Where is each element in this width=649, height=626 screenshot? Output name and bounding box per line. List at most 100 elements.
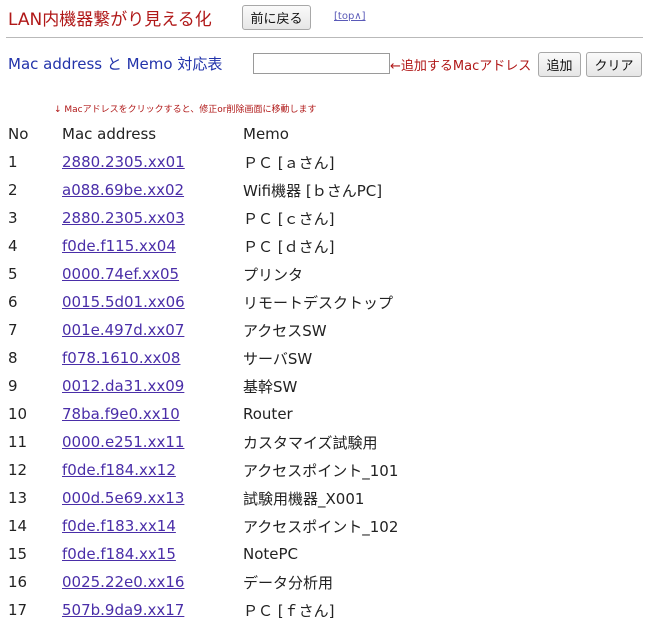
mac-address-link[interactable]: f0de.f184.xx15 — [62, 545, 176, 563]
row-number: 17 — [8, 601, 28, 619]
mac-cell: 000d.5e69.xx13 — [62, 484, 243, 512]
mac-cell: f0de.f184.xx12 — [62, 456, 243, 484]
clear-button[interactable]: クリア — [586, 52, 642, 77]
header-mac-address: Mac address — [62, 125, 157, 143]
memo-cell: データ分析用 — [243, 573, 334, 592]
header-no: No — [8, 125, 29, 143]
input-hint: ←追加するMacアドレス — [390, 59, 532, 74]
mac-cell: 2880.2305.xx01 — [62, 148, 243, 176]
mac-address-link[interactable]: 0000.e251.xx11 — [62, 433, 184, 451]
row-number: 10 — [8, 405, 28, 423]
table-row: 2 a088.69be.xx02 Wifi機器 [ｂさんPC] — [8, 176, 543, 204]
table-row: 11 0000.e251.xx11 カスタマイズ試験用 — [8, 428, 543, 456]
mac-cell: f0de.f183.xx14 — [62, 512, 243, 540]
back-button[interactable]: 前に戻る — [242, 5, 311, 30]
memo-cell: アクセスSW — [243, 321, 327, 340]
memo-cell: ＰＣ [ｃさん] — [243, 209, 335, 228]
page-title: LAN内機器繋がり見える化 — [8, 10, 212, 30]
header-memo: Memo — [243, 125, 289, 143]
table-row: 9 0012.da31.xx09 基幹SW — [8, 372, 543, 400]
mac-address-input[interactable] — [253, 53, 390, 74]
top-link[interactable]: [top∧] — [334, 11, 366, 22]
table-row: 8 f078.1610.xx08 サーバSW — [8, 344, 543, 372]
row-number: 13 — [8, 489, 28, 507]
table-row: 13 000d.5e69.xx13 試験用機器_X001 — [8, 484, 543, 512]
header-divider — [6, 37, 643, 38]
table-row: 5 0000.74ef.xx05 プリンタ — [8, 260, 543, 288]
mac-memo-table: No Mac address Memo 1 2880.2305.xx01 ＰＣ [ａ… — [8, 120, 543, 624]
mac-cell: 001e.497d.xx07 — [62, 316, 243, 344]
memo-cell: 基幹SW — [243, 377, 298, 396]
memo-cell: NotePC — [243, 545, 299, 563]
mac-cell: 507b.9da9.xx17 — [62, 596, 243, 624]
mac-address-link[interactable]: 2880.2305.xx03 — [62, 209, 185, 227]
mac-cell: 0000.e251.xx11 — [62, 428, 243, 456]
mac-cell: 0015.5d01.xx06 — [62, 288, 243, 316]
mac-address-link[interactable]: 001e.497d.xx07 — [62, 321, 184, 339]
mac-address-link[interactable]: 507b.9da9.xx17 — [62, 601, 184, 619]
add-mac-form: Mac address と Memo 対応表 ←追加するMacアドレス 追加 ク… — [8, 52, 649, 82]
mac-cell: 0025.22e0.xx16 — [62, 568, 243, 596]
memo-cell: Wifi機器 [ｂさんPC] — [243, 181, 383, 200]
mac-cell: 2880.2305.xx03 — [62, 204, 243, 232]
mac-address-link[interactable]: f0de.f183.xx14 — [62, 517, 176, 535]
mac-address-link[interactable]: 0025.22e0.xx16 — [62, 573, 184, 591]
mac-address-link[interactable]: 0000.74ef.xx05 — [62, 265, 179, 283]
row-number: 12 — [8, 461, 28, 479]
mac-address-link[interactable]: f0de.f115.xx04 — [62, 237, 176, 255]
row-number: 1 — [8, 153, 18, 171]
row-number: 15 — [8, 545, 28, 563]
row-number: 8 — [8, 349, 18, 367]
memo-cell: カスタマイズ試験用 — [243, 433, 378, 452]
row-number: 6 — [8, 293, 18, 311]
mac-address-link[interactable]: 0012.da31.xx09 — [62, 377, 184, 395]
mac-cell: f0de.f184.xx15 — [62, 540, 243, 568]
page-header: LAN内機器繋がり見える化 前に戻る [top∧] — [8, 0, 649, 34]
table-row: 15 f0de.f184.xx15 NotePC — [8, 540, 543, 568]
memo-cell: リモートデスクトップ — [243, 293, 394, 312]
mac-address-link[interactable]: 000d.5e69.xx13 — [62, 489, 184, 507]
mac-cell: f078.1610.xx08 — [62, 344, 243, 372]
table-row: 10 78ba.f9e0.xx10 Router — [8, 400, 543, 428]
row-number: 7 — [8, 321, 18, 339]
row-number: 16 — [8, 573, 28, 591]
mac-address-link[interactable]: 78ba.f9e0.xx10 — [62, 405, 180, 423]
table-row: 16 0025.22e0.xx16 データ分析用 — [8, 568, 543, 596]
table-row: 12 f0de.f184.xx12 アクセスポイント_101 — [8, 456, 543, 484]
mac-address-link[interactable]: a088.69be.xx02 — [62, 181, 184, 199]
memo-cell: サーバSW — [243, 349, 313, 368]
mac-address-link[interactable]: 2880.2305.xx01 — [62, 153, 185, 171]
table-row: 4 f0de.f115.xx04 ＰＣ [ｄさん] — [8, 232, 543, 260]
mac-cell: 78ba.f9e0.xx10 — [62, 400, 243, 428]
add-button[interactable]: 追加 — [538, 52, 581, 77]
mac-cell: a088.69be.xx02 — [62, 176, 243, 204]
row-number: 4 — [8, 237, 18, 255]
mac-address-link[interactable]: 0015.5d01.xx06 — [62, 293, 185, 311]
row-number: 14 — [8, 517, 28, 535]
memo-cell: ＰＣ [ａさん] — [243, 153, 335, 172]
row-number: 11 — [8, 433, 28, 451]
memo-cell: 試験用機器_X001 — [243, 489, 365, 508]
table-row: 3 2880.2305.xx03 ＰＣ [ｃさん] — [8, 204, 543, 232]
mac-address-link[interactable]: f078.1610.xx08 — [62, 349, 180, 367]
mac-cell: 0012.da31.xx09 — [62, 372, 243, 400]
mac-cell: 0000.74ef.xx05 — [62, 260, 243, 288]
row-number: 5 — [8, 265, 18, 283]
instruction-note: ↓ Macアドレスをクリックすると、修正or削除画面に移動します — [54, 105, 317, 115]
memo-cell: プリンタ — [243, 265, 304, 284]
mac-cell: f0de.f115.xx04 — [62, 232, 243, 260]
memo-cell: アクセスポイント_102 — [243, 517, 399, 536]
memo-cell: Router — [243, 405, 293, 423]
row-number: 3 — [8, 209, 18, 227]
memo-cell: ＰＣ [ｆさん] — [243, 601, 335, 620]
row-number: 9 — [8, 377, 18, 395]
memo-cell: ＰＣ [ｄさん] — [243, 237, 335, 256]
table-row: 6 0015.5d01.xx06 リモートデスクトップ — [8, 288, 543, 316]
memo-cell: アクセスポイント_101 — [243, 461, 399, 480]
mac-address-link[interactable]: f0de.f184.xx12 — [62, 461, 176, 479]
table-row: 17 507b.9da9.xx17 ＰＣ [ｆさん] — [8, 596, 543, 624]
table-header-row: No Mac address Memo — [8, 120, 543, 148]
table-title: Mac address と Memo 対応表 — [8, 55, 223, 73]
row-number: 2 — [8, 181, 18, 199]
table-row: 1 2880.2305.xx01 ＰＣ [ａさん] — [8, 148, 543, 176]
